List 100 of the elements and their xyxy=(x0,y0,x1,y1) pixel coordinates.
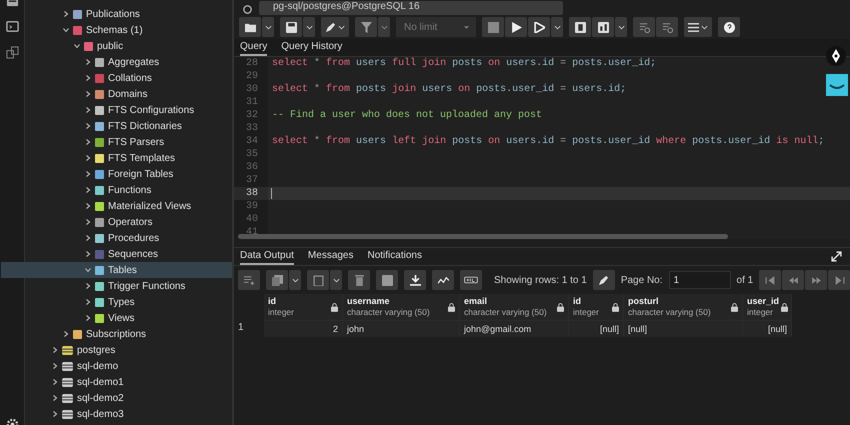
delete-button[interactable] xyxy=(348,270,370,290)
tree-item[interactable]: FTS Dictionaries xyxy=(1,118,232,134)
chevron-right-icon[interactable] xyxy=(84,186,92,194)
tree-item[interactable]: sql-demo1 xyxy=(1,374,232,390)
tree-item[interactable]: Aggregates xyxy=(1,54,232,70)
tree-item[interactable]: Collations xyxy=(1,70,232,86)
rollback-button[interactable] xyxy=(656,17,678,37)
first-page-button[interactable] xyxy=(759,270,782,290)
add-row-button[interactable] xyxy=(238,270,260,290)
tree-item[interactable]: FTS Templates xyxy=(1,150,232,166)
chevron-right-icon[interactable] xyxy=(84,234,92,242)
chevron-down-icon[interactable] xyxy=(62,26,70,34)
tree-item[interactable]: FTS Parsers xyxy=(1,134,232,150)
tree-item[interactable]: FTS Configurations xyxy=(1,102,232,118)
scrollbar-thumb[interactable] xyxy=(238,234,728,239)
tree-item[interactable]: public xyxy=(1,38,232,54)
column-header[interactable]: posturl character varying (50) xyxy=(624,294,743,320)
tree-item[interactable]: Views xyxy=(1,310,232,326)
table-cell[interactable]: john xyxy=(343,320,460,337)
chevron-right-icon[interactable] xyxy=(84,90,92,98)
chevron-right-icon[interactable] xyxy=(84,106,92,114)
explain-analyze-button[interactable] xyxy=(592,17,614,37)
chevron-right-icon[interactable] xyxy=(84,250,92,258)
last-page-button[interactable] xyxy=(828,270,850,290)
next-page-button[interactable] xyxy=(805,270,828,290)
connection-icon[interactable] xyxy=(242,4,253,15)
chevron-right-icon[interactable] xyxy=(84,202,92,210)
macros-button[interactable] xyxy=(684,17,712,37)
chevron-right-icon[interactable] xyxy=(84,282,92,290)
tree-item[interactable]: sql-demo xyxy=(1,358,232,374)
chevron-right-icon[interactable] xyxy=(51,378,59,386)
schema-diff-icon[interactable] xyxy=(6,46,18,59)
table-cell[interactable]: [null] xyxy=(743,320,792,337)
expand-icon[interactable] xyxy=(831,251,842,262)
tree-item[interactable]: Domains xyxy=(1,86,232,102)
chevron-right-icon[interactable] xyxy=(84,58,92,66)
column-header[interactable]: id integer xyxy=(569,294,624,320)
chevron-right-icon[interactable] xyxy=(84,74,92,82)
tree-item[interactable]: Materialized Views xyxy=(1,198,232,214)
table-cell[interactable]: john@gmail.com xyxy=(460,320,569,337)
dropdown-button[interactable] xyxy=(330,270,342,290)
dropdown-button[interactable] xyxy=(615,17,627,37)
paste-button[interactable] xyxy=(307,270,329,290)
tree-item[interactable]: Publications xyxy=(1,6,232,22)
previous-page-button[interactable] xyxy=(782,270,804,290)
chevron-right-icon[interactable] xyxy=(51,394,59,402)
sql-icon[interactable] xyxy=(460,270,482,290)
result-tab[interactable]: Notifications xyxy=(368,248,422,265)
chevron-down-icon[interactable] xyxy=(73,42,81,50)
tree-item[interactable]: Procedures xyxy=(1,230,232,246)
commit-button[interactable] xyxy=(633,17,655,37)
tree-item[interactable]: Operators xyxy=(1,214,232,230)
terminal-icon[interactable] xyxy=(6,20,18,33)
copy-button[interactable] xyxy=(266,270,288,290)
dropdown-button[interactable] xyxy=(303,17,315,37)
result-tab[interactable]: Data Output xyxy=(240,248,294,265)
chevron-right-icon[interactable] xyxy=(51,346,59,354)
chevron-right-icon[interactable] xyxy=(84,138,92,146)
tree-item[interactable]: Types xyxy=(1,294,232,310)
column-header[interactable]: email character varying (50) xyxy=(460,294,569,320)
tree-item[interactable]: Subscriptions xyxy=(1,326,232,342)
chevron-right-icon[interactable] xyxy=(84,314,92,322)
chevron-right-icon[interactable] xyxy=(84,298,92,306)
filter-button[interactable] xyxy=(355,17,377,37)
run-button[interactable] xyxy=(505,17,527,37)
save-data-button[interactable] xyxy=(376,270,398,290)
tree-item[interactable]: Trigger Functions xyxy=(1,278,232,294)
chevron-right-icon[interactable] xyxy=(84,218,92,226)
page-input[interactable]: 1 xyxy=(668,271,731,289)
chevron-right-icon[interactable] xyxy=(84,122,92,130)
save-button[interactable] xyxy=(280,17,302,37)
download-button[interactable] xyxy=(404,270,426,290)
tree-item[interactable]: Schemas (1) xyxy=(1,22,232,38)
column-header[interactable]: user_id integer xyxy=(743,294,792,320)
edit-button[interactable] xyxy=(321,17,349,37)
open-file-button[interactable] xyxy=(239,17,261,37)
chevron-right-icon[interactable] xyxy=(62,330,70,338)
table-cell[interactable]: 2 xyxy=(264,320,343,337)
result-tab[interactable]: Messages xyxy=(308,248,354,265)
explain-button[interactable] xyxy=(569,17,591,37)
tree-item[interactable]: postgres xyxy=(1,342,232,358)
dropdown-button[interactable] xyxy=(551,17,563,37)
run-script-button[interactable] xyxy=(528,17,550,37)
dropdown-button[interactable] xyxy=(378,17,390,37)
table-cell[interactable]: [null] xyxy=(569,320,624,337)
tree-item[interactable]: sql-demo3 xyxy=(1,406,232,422)
connection-select[interactable]: pg-sql/postgres@PostgreSQL 16 xyxy=(259,1,563,15)
chevron-down-icon[interactable] xyxy=(84,266,92,274)
tree-item[interactable]: Foreign Tables xyxy=(1,166,232,182)
editor-tab[interactable]: Query History xyxy=(281,39,342,56)
edit-button[interactable] xyxy=(592,270,615,290)
chevron-right-icon[interactable] xyxy=(51,362,59,370)
column-header[interactable]: id integer xyxy=(264,294,343,320)
chevron-right-icon[interactable] xyxy=(51,410,59,418)
graph-button[interactable] xyxy=(432,270,454,290)
chevron-right-icon[interactable] xyxy=(84,170,92,178)
tree-item[interactable]: Sequences xyxy=(1,246,232,262)
help-button[interactable] xyxy=(718,17,740,37)
chevron-right-icon[interactable] xyxy=(62,10,70,18)
dropdown-button[interactable] xyxy=(262,17,274,37)
